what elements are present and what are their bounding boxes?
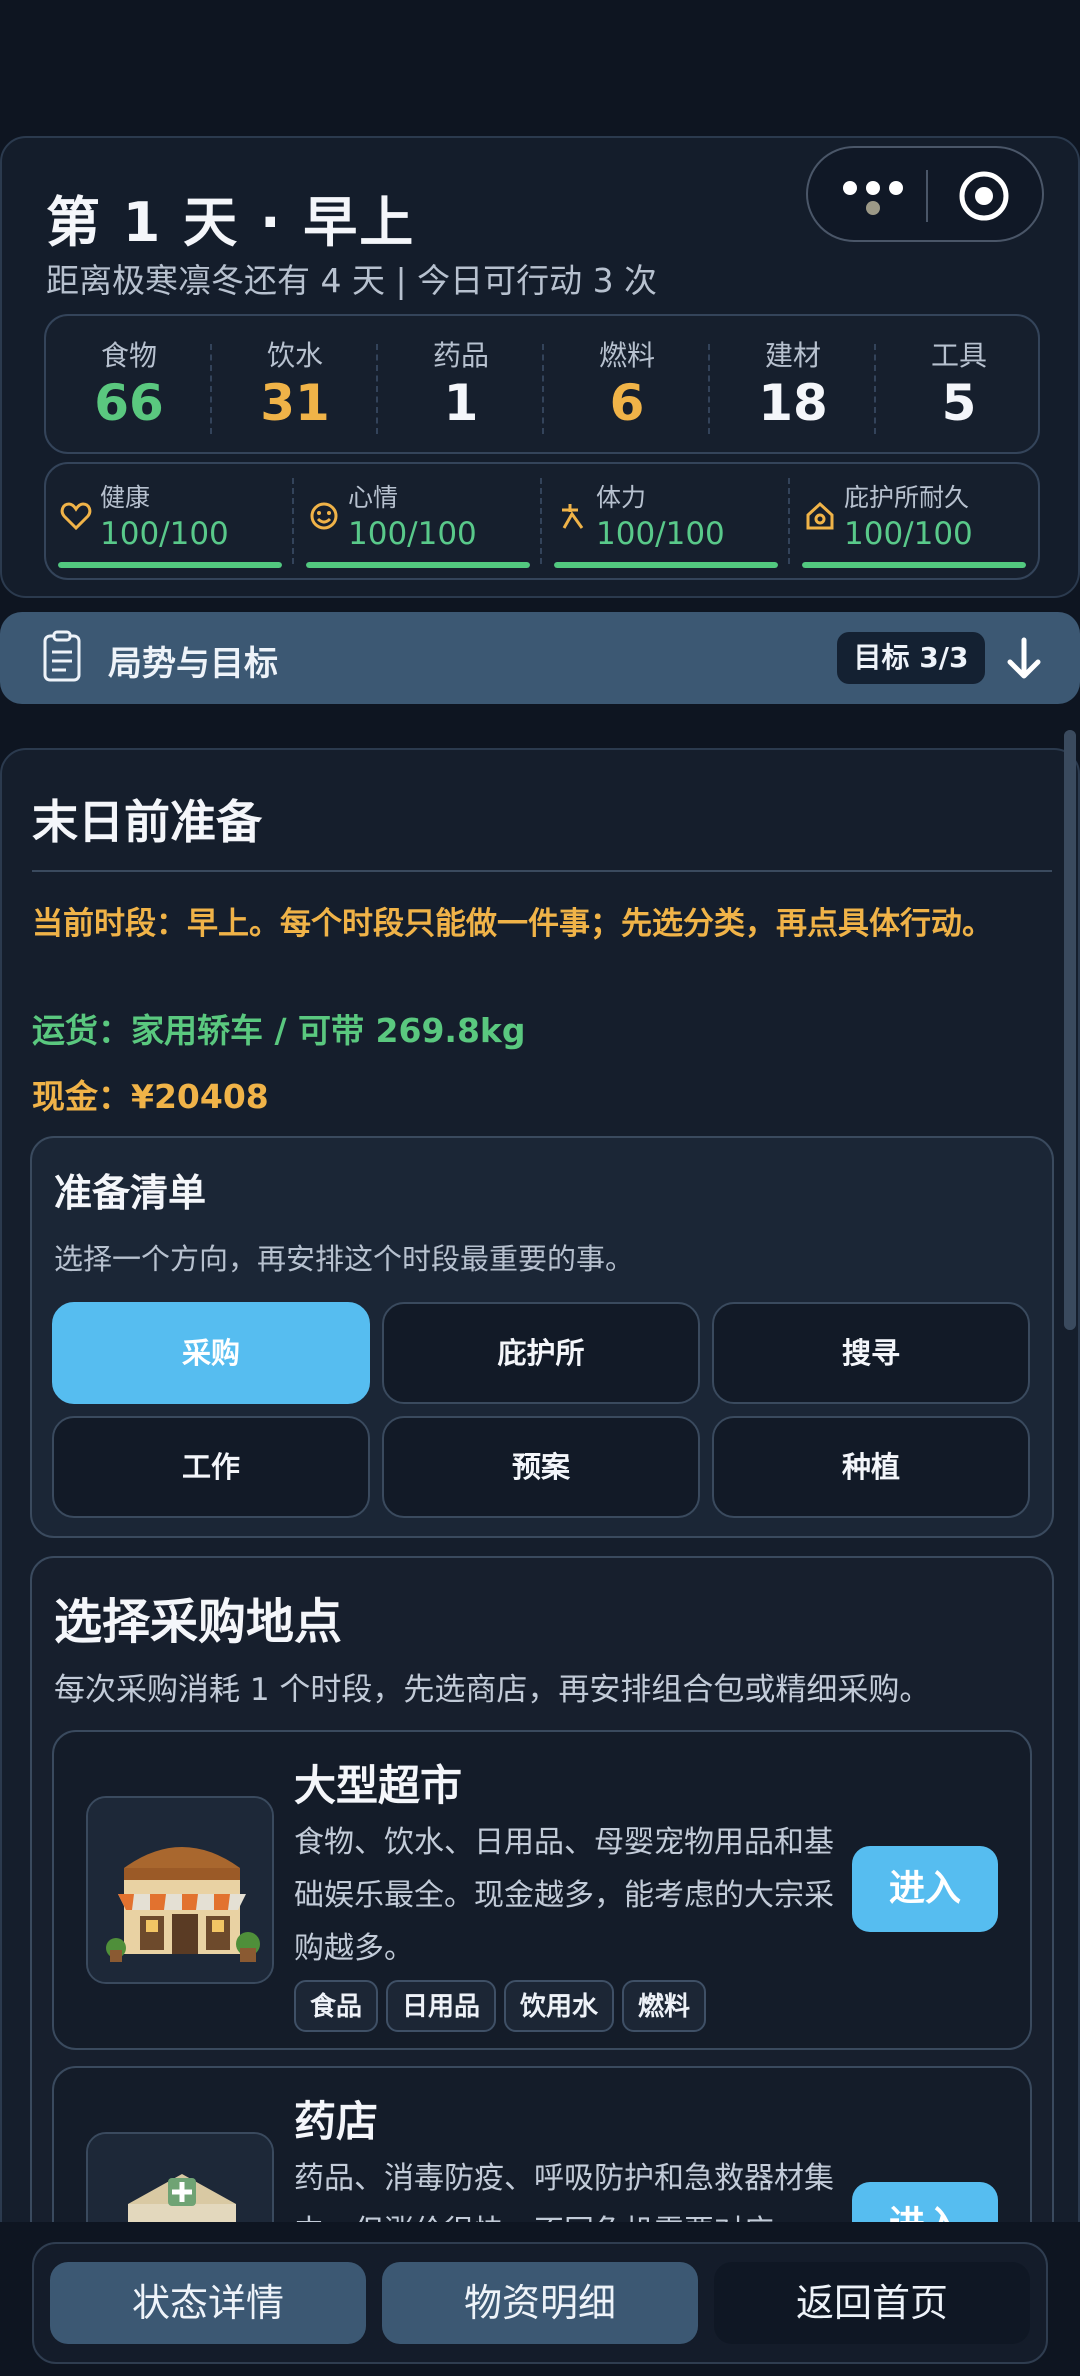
health-bar <box>58 562 282 568</box>
heart-icon <box>60 502 92 531</box>
main-panel: 末日前准备 当前时段：早上。每个时段只能做一件事；先选分类，再点具体行动。 运货… <box>0 748 1080 2278</box>
shop-selection: 选择采购地点 每次采购消耗 1 个时段，先选商店，再安排组合包或精细采购。 大型… <box>30 1556 1054 2276</box>
prep-subtitle: 选择一个方向，再安排这个时段最重要的事。 <box>54 1242 635 1276</box>
resource-value: 18 <box>758 374 828 432</box>
prep-title: 准备清单 <box>54 1171 207 1215</box>
resource-materials: 建材 18 <box>710 316 876 456</box>
resource-value: 6 <box>609 374 645 432</box>
shop-card-supermarket: 大型超市 食物、饮水、日用品、母婴宠物用品和基础娱乐最全。现金越多，能考虑的大宗… <box>52 1730 1032 2050</box>
resource-value: 31 <box>260 374 330 432</box>
day-title: 第 1 天 · 早上 <box>46 191 416 254</box>
category-shelter-button[interactable]: 庇护所 <box>382 1302 700 1404</box>
status-header-card: 第 1 天 · 早上 距离极寒凛冬还有 4 天 | 今日可行动 3 次 食物 6… <box>0 136 1080 598</box>
stat-shelter: 庇护所耐久 100/100 <box>790 464 1038 582</box>
resource-label: 工具 <box>930 339 987 372</box>
status-details-button[interactable]: 状态详情 <box>50 2262 366 2344</box>
stamina-icon <box>562 504 584 529</box>
category-search-button[interactable]: 搜寻 <box>712 1302 1030 1404</box>
resource-label: 药品 <box>432 339 489 372</box>
goals-badge: 目标 3/3 <box>837 632 985 684</box>
resource-label: 燃料 <box>598 339 655 372</box>
supplies-details-button[interactable]: 物资明细 <box>382 2262 698 2344</box>
back-home-button[interactable]: 返回首页 <box>714 2262 1030 2344</box>
resource-medicine: 药品 1 <box>378 316 544 456</box>
cash-info: 现金：¥20408 <box>32 1077 269 1116</box>
stat-value: 100/100 <box>100 516 229 552</box>
scrollbar[interactable] <box>1064 730 1076 1330</box>
smile-icon <box>310 502 338 530</box>
stamina-bar <box>554 562 778 568</box>
clipboard-icon <box>43 630 81 682</box>
status-panel: 健康 100/100 心情 100/100 体力 100/100 庇护所耐久 1… <box>44 462 1040 580</box>
category-work-button[interactable]: 工作 <box>52 1416 370 1518</box>
resource-label: 食物 <box>100 339 157 372</box>
resource-value: 5 <box>941 374 977 432</box>
category-plan-button[interactable]: 预案 <box>382 1416 700 1518</box>
shop-name: 大型超市 <box>294 1761 463 1810</box>
mood-bar <box>306 562 530 568</box>
resource-label: 饮水 <box>266 339 323 372</box>
goals-title: 局势与目标 <box>108 644 278 684</box>
category-planting-button[interactable]: 种植 <box>712 1416 1030 1518</box>
resource-panel: 食物 66 饮水 31 药品 1 燃料 6 建材 18 工具 5 <box>44 314 1040 454</box>
section-title: 末日前准备 <box>32 795 262 849</box>
house-icon <box>806 501 834 530</box>
resource-food: 食物 66 <box>46 316 212 456</box>
shop-section-subtitle: 每次采购消耗 1 个时段，先选商店，再安排组合包或精细采购。 <box>54 1672 931 1708</box>
cargo-info: 运货：家用轿车 / 可带 269.8kg <box>32 1011 526 1050</box>
stat-label: 心情 <box>348 483 399 512</box>
tag-fuel: 燃料 <box>622 1980 707 2032</box>
tag-daily-goods: 日用品 <box>386 1980 497 2032</box>
arrow-down-icon[interactable] <box>1004 636 1044 682</box>
period-notice: 当前时段：早上。每个时段只能做一件事；先选分类，再点具体行动。 <box>32 906 993 942</box>
shop-description: 食物、饮水、日用品、母婴宠物用品和基础娱乐最全。现金越多，能考虑的大宗采购越多。 <box>294 1825 834 1966</box>
stat-label: 庇护所耐久 <box>844 483 970 512</box>
shop-name: 药店 <box>294 2097 379 2146</box>
stat-stamina: 体力 100/100 <box>542 464 790 582</box>
scrollbar-thumb[interactable] <box>1064 730 1076 1330</box>
resource-value: 1 <box>443 374 479 432</box>
bottom-nav: 状态详情 物资明细 返回首页 <box>32 2242 1048 2364</box>
stat-value: 100/100 <box>348 516 477 552</box>
divider <box>32 870 1052 872</box>
more-icon[interactable] <box>838 174 908 218</box>
day-subtitle: 距离极寒凛冬还有 4 天 | 今日可行动 3 次 <box>46 261 658 300</box>
resource-fuel: 燃料 6 <box>544 316 710 456</box>
resource-water: 饮水 31 <box>212 316 378 456</box>
stat-health: 健康 100/100 <box>46 464 294 582</box>
stat-mood: 心情 100/100 <box>294 464 542 582</box>
stat-label: 健康 <box>100 483 151 512</box>
goals-bar[interactable]: 局势与目标 目标 3/3 <box>0 612 1080 704</box>
stat-value: 100/100 <box>596 516 725 552</box>
resource-tools: 工具 5 <box>876 316 1042 456</box>
tag-drinking-water: 饮用水 <box>504 1980 615 2032</box>
miniprogram-capsule <box>806 146 1044 242</box>
capsule-divider <box>926 170 928 222</box>
resource-label: 建材 <box>764 339 821 372</box>
stat-label: 体力 <box>596 483 647 512</box>
enter-supermarket-button[interactable]: 进入 <box>852 1846 998 1932</box>
shop-tags: 食品 日用品 饮用水 燃料 <box>294 1980 707 2032</box>
resource-value: 66 <box>94 374 164 432</box>
stat-value: 100/100 <box>844 516 973 552</box>
shelter-bar <box>802 562 1026 568</box>
shop-section-title: 选择采购地点 <box>54 1594 343 1650</box>
supermarket-image <box>86 1796 274 1984</box>
tag-food: 食品 <box>294 1980 379 2032</box>
prep-checklist: 准备清单 选择一个方向，再安排这个时段最重要的事。 采购 庇护所 搜寻 工作 预… <box>30 1136 1054 1538</box>
close-miniprogram-icon[interactable] <box>958 170 1010 222</box>
category-purchase-button[interactable]: 采购 <box>52 1302 370 1404</box>
